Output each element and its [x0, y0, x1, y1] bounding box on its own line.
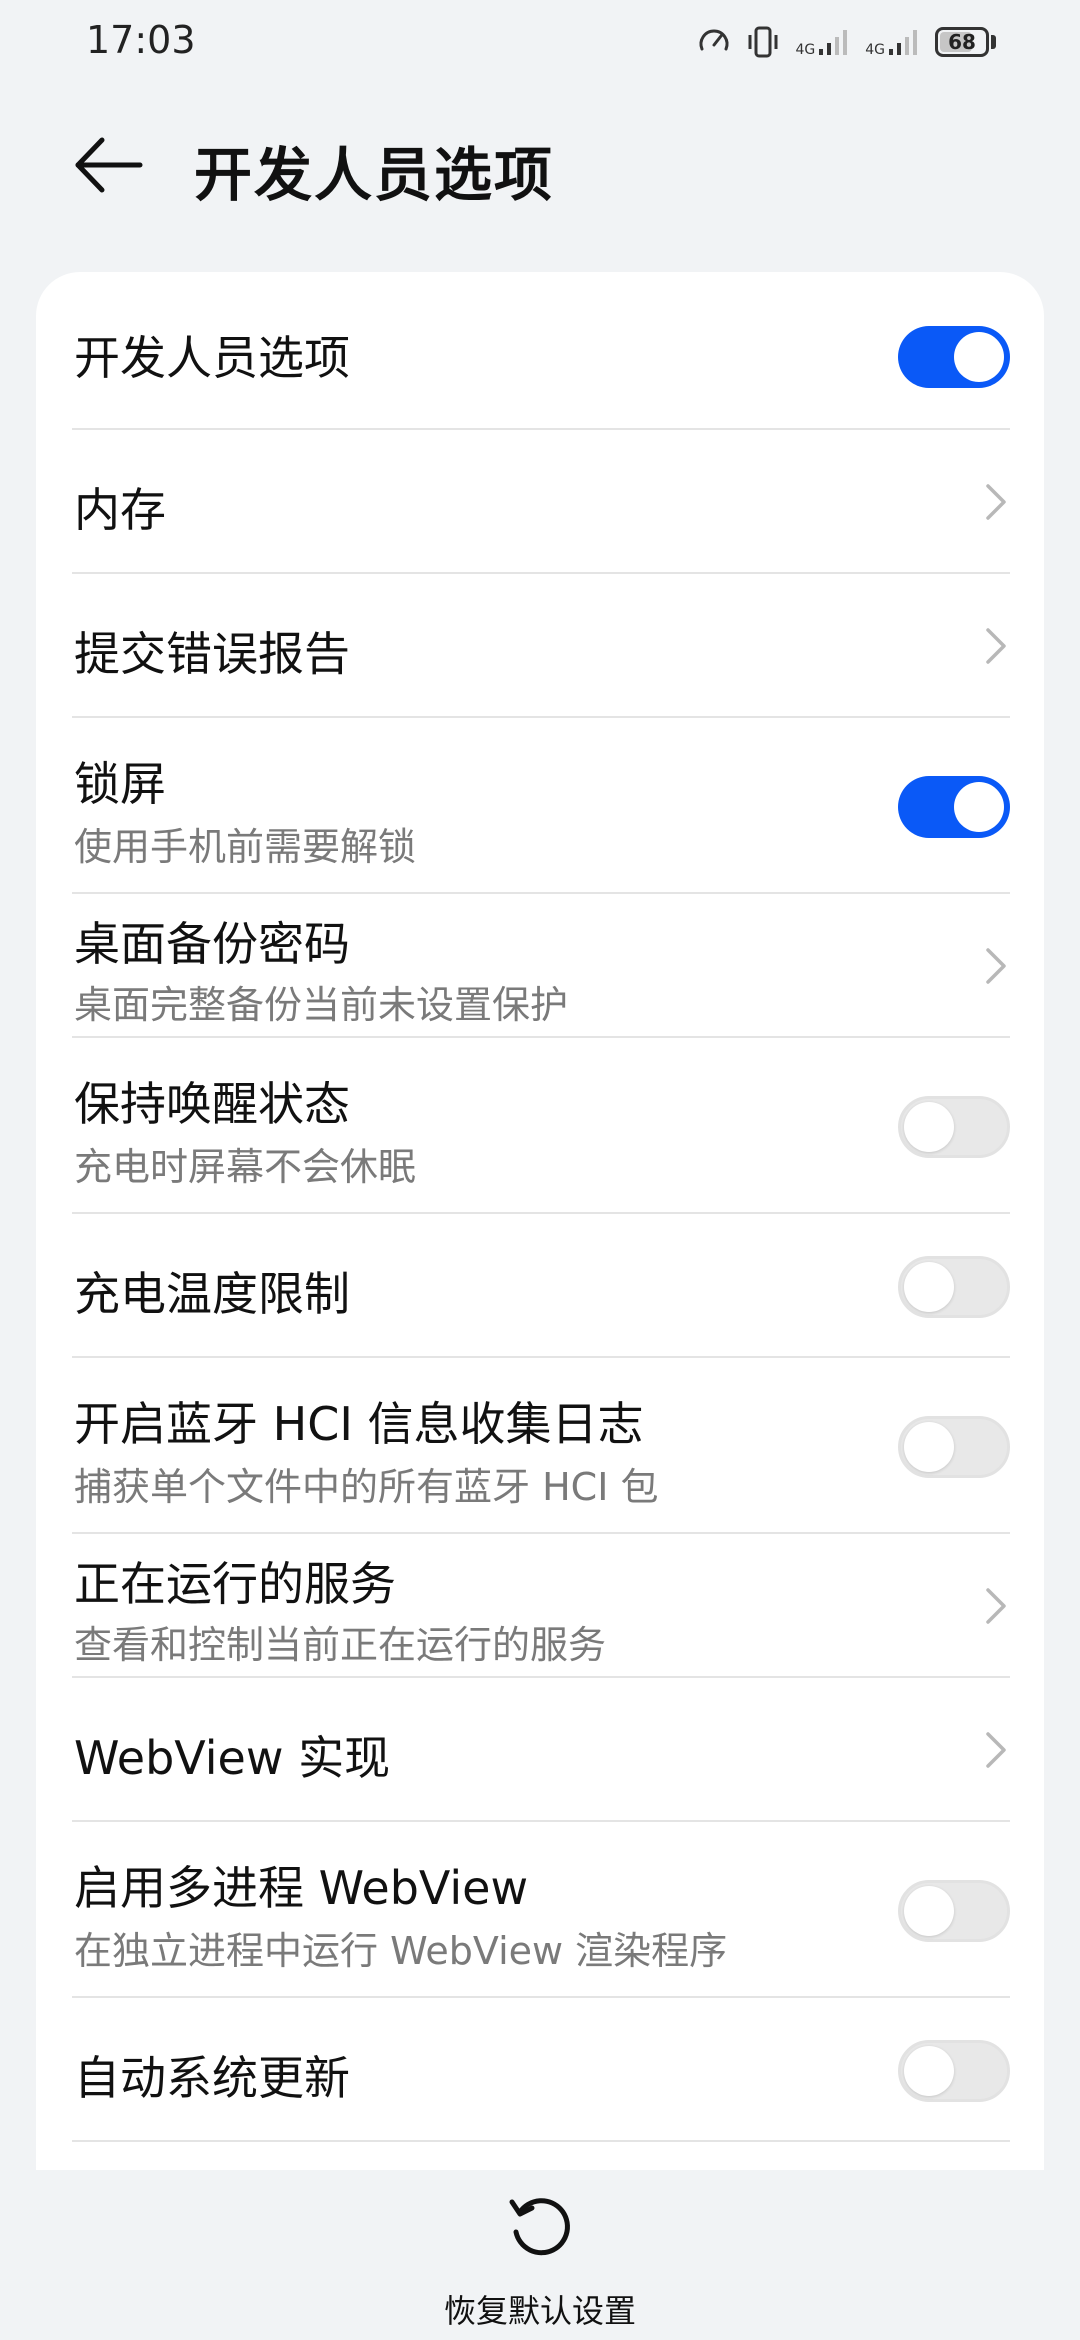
reset-defaults-label: 恢复默认设置 — [443, 2292, 636, 2330]
battery-indicator: 68 — [935, 27, 996, 57]
lock-screen-toggle[interactable] — [898, 776, 1010, 838]
vibrate-icon — [748, 26, 778, 58]
row-title: 自动系统更新 — [74, 2051, 350, 2105]
chevron-right-icon — [986, 628, 1006, 664]
row-title: 开启蓝牙 HCI 信息收集日志 — [74, 1397, 644, 1451]
status-icons: 4G 4G 68 — [697, 20, 996, 64]
lock-screen-row[interactable]: 锁屏 使用手机前需要解锁 — [36, 718, 1044, 894]
running-services-row[interactable]: 正在运行的服务 查看和控制当前正在运行的服务 — [36, 1534, 1044, 1678]
stay-awake-row[interactable]: 保持唤醒状态 充电时屏幕不会休眠 — [36, 1038, 1044, 1214]
speedometer-icon — [699, 29, 729, 51]
webview-implementation-row[interactable]: WebView 实现 — [36, 1678, 1044, 1822]
charging-temperature-toggle[interactable] — [898, 1256, 1010, 1318]
auto-system-update-row[interactable]: 自动系统更新 — [36, 1998, 1044, 2142]
row-subtitle: 使用手机前需要解锁 — [74, 825, 417, 869]
reset-icon — [509, 2198, 570, 2256]
multiprocess-webview-row[interactable]: 启用多进程 WebView 在独立进程中运行 WebView 渲染程序 — [36, 1822, 1044, 1998]
developer-options-toggle[interactable] — [898, 326, 1010, 388]
signal-icon — [889, 30, 917, 55]
chevron-right-icon — [986, 1732, 1006, 1768]
row-title: 内存 — [74, 483, 166, 537]
row-title: WebView 实现 — [74, 1731, 391, 1785]
row-title: 保持唤醒状态 — [74, 1077, 350, 1131]
bluetooth-hci-toggle[interactable] — [898, 1416, 1010, 1478]
status-bar: 17:03 4G 4G 68 — [0, 0, 1080, 84]
multiprocess-webview-toggle[interactable] — [898, 1880, 1010, 1942]
row-title: 桌面备份密码 — [74, 917, 350, 971]
memory-row[interactable]: 内存 — [36, 430, 1044, 574]
charging-temperature-limit-row[interactable]: 充电温度限制 — [36, 1214, 1044, 1358]
chevron-right-icon — [986, 1588, 1006, 1624]
row-title: 正在运行的服务 — [74, 1557, 396, 1611]
signal-sim2: 4G — [865, 27, 921, 57]
bug-report-row[interactable]: 提交错误报告 — [36, 574, 1044, 718]
row-subtitle: 查看和控制当前正在运行的服务 — [74, 1623, 607, 1667]
battery-level: 68 — [948, 30, 976, 54]
page-title: 开发人员选项 — [194, 141, 555, 209]
app-bar: 开发人员选项 — [0, 110, 1080, 220]
desktop-backup-password-row[interactable]: 桌面备份密码 桌面完整备份当前未设置保护 — [36, 894, 1044, 1038]
row-title: 启用多进程 WebView — [74, 1861, 529, 1915]
network-type-label: 4G — [795, 42, 816, 58]
row-title: 提交错误报告 — [74, 627, 350, 681]
chevron-right-icon — [986, 948, 1006, 984]
divider — [72, 2140, 1010, 2142]
row-title: 充电温度限制 — [74, 1267, 350, 1321]
signal-sim1: 4G — [795, 27, 851, 57]
row-subtitle: 桌面完整备份当前未设置保护 — [74, 983, 569, 1027]
developer-options-row[interactable]: 开发人员选项 — [36, 272, 1044, 430]
chevron-right-icon — [986, 484, 1006, 520]
reset-defaults-button[interactable]: 恢复默认设置 — [430, 2190, 650, 2330]
network-type-label: 4G — [865, 42, 885, 58]
row-subtitle: 在独立进程中运行 WebView 渲染程序 — [74, 1929, 728, 1973]
back-arrow-icon[interactable] — [70, 130, 146, 200]
signal-icon — [819, 30, 848, 55]
status-time: 17:03 — [86, 18, 196, 62]
row-subtitle: 捕获单个文件中的所有蓝牙 HCI 包 — [74, 1465, 659, 1509]
row-title: 锁屏 — [74, 757, 166, 811]
row-subtitle: 充电时屏幕不会休眠 — [74, 1145, 417, 1189]
bluetooth-hci-log-row[interactable]: 开启蓝牙 HCI 信息收集日志 捕获单个文件中的所有蓝牙 HCI 包 — [36, 1358, 1044, 1534]
battery-icon: 68 — [935, 27, 989, 57]
row-title: 开发人员选项 — [74, 331, 350, 385]
auto-system-update-toggle[interactable] — [898, 2040, 1010, 2102]
bottom-bar: 恢复默认设置 — [0, 2170, 1080, 2340]
stay-awake-toggle[interactable] — [898, 1096, 1010, 1158]
settings-list: 开发人员选项 内存 提交错误报告 锁屏 使用手机前需要解锁 桌面备份密码 桌面完… — [36, 272, 1044, 2172]
